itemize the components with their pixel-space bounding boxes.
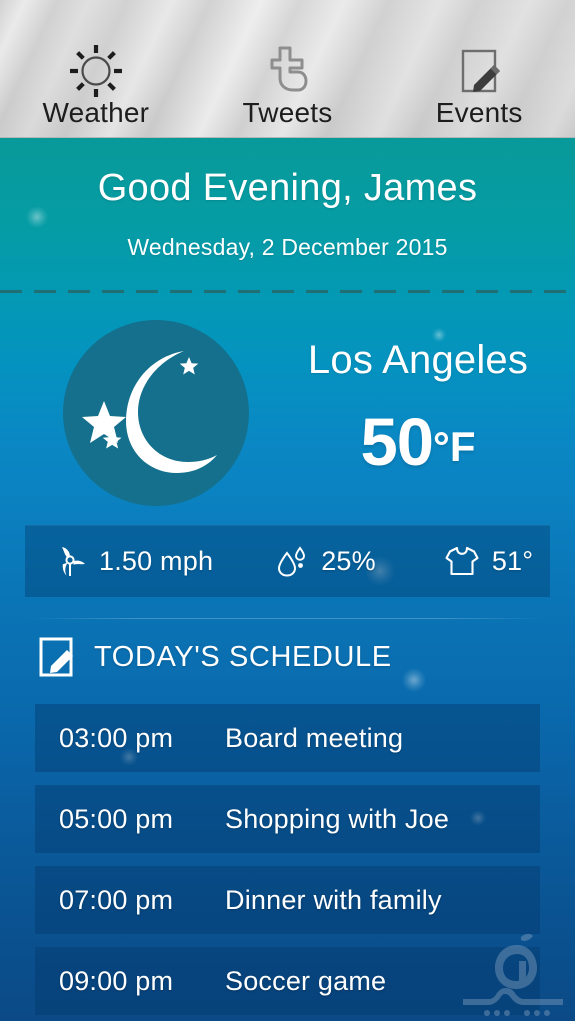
twitter-icon: [262, 44, 314, 98]
schedule-row-time: 05:00 pm: [59, 803, 174, 834]
schedule-row-time: 03:00 pm: [59, 722, 174, 753]
greeting-block: Good Evening, James Wednesday, 2 Decembe…: [0, 138, 575, 290]
nav-item-label: Tweets: [242, 97, 333, 129]
schedule-list: 03:00 pm Board meeting 05:00 pm Shopping…: [35, 704, 540, 1021]
stat-clothing: 51°: [444, 544, 533, 578]
temperature-display: 50°F: [278, 404, 558, 481]
schedule-row[interactable]: 07:00 pm Dinner with family: [35, 866, 540, 934]
temperature-unit: °F: [433, 422, 476, 470]
weather-condition-badge: [63, 320, 249, 506]
water-drop-icon: [275, 544, 309, 578]
schedule-row[interactable]: 09:00 pm Soccer game: [35, 947, 540, 1015]
nav-item-label: Weather: [42, 97, 150, 129]
note-pencil-icon: [454, 44, 504, 98]
greeting-title: Good Evening, James: [97, 167, 478, 209]
current-weather-section: Los Angeles 50°F: [0, 300, 575, 525]
sun-icon: [67, 44, 125, 98]
schedule-row[interactable]: 03:00 pm Board meeting: [35, 704, 540, 772]
weather-stats-bar: 1.50 mph 25% 51°: [25, 525, 550, 597]
nav-item-events[interactable]: Events: [383, 44, 575, 137]
stat-value: 25%: [321, 545, 376, 576]
weather-app-screen: Weather Tweets Events Good Evening, Jame…: [0, 0, 575, 1021]
crescent-moon-stars-icon: [82, 351, 217, 473]
schedule-header-label: TODAY'S SCHEDULE: [94, 640, 392, 673]
stat-value: 1.50 mph: [99, 545, 214, 576]
schedule-header: TODAY'S SCHEDULE: [38, 636, 392, 678]
nav-item-label: Events: [435, 97, 523, 129]
greeting-date: Wednesday, 2 December 2015: [127, 234, 448, 260]
stats-underline: [28, 618, 547, 619]
schedule-row-title: Shopping with Joe: [225, 803, 450, 834]
stat-wind: 1.50 mph: [53, 544, 213, 578]
schedule-row-time: 09:00 pm: [59, 965, 174, 996]
schedule-row-title: Dinner with family: [225, 884, 442, 915]
tshirt-icon: [444, 544, 480, 578]
stat-value: 51°: [491, 545, 534, 576]
bokeh-light: [402, 668, 426, 692]
stat-humidity: 25%: [275, 544, 376, 578]
dashed-divider: [0, 290, 575, 293]
schedule-row-time: 07:00 pm: [59, 884, 174, 915]
city-name: Los Angeles: [307, 338, 529, 382]
note-pencil-icon: [38, 636, 78, 678]
top-navigation-bar: Weather Tweets Events: [0, 0, 575, 138]
schedule-row[interactable]: 05:00 pm Shopping with Joe: [35, 785, 540, 853]
schedule-row-title: Soccer game: [225, 965, 387, 996]
nav-item-tweets[interactable]: Tweets: [192, 44, 384, 137]
wind-turbine-icon: [53, 544, 87, 578]
schedule-row-title: Board meeting: [225, 722, 404, 753]
nav-item-weather[interactable]: Weather: [0, 44, 192, 137]
temperature-value: 50: [360, 405, 435, 480]
